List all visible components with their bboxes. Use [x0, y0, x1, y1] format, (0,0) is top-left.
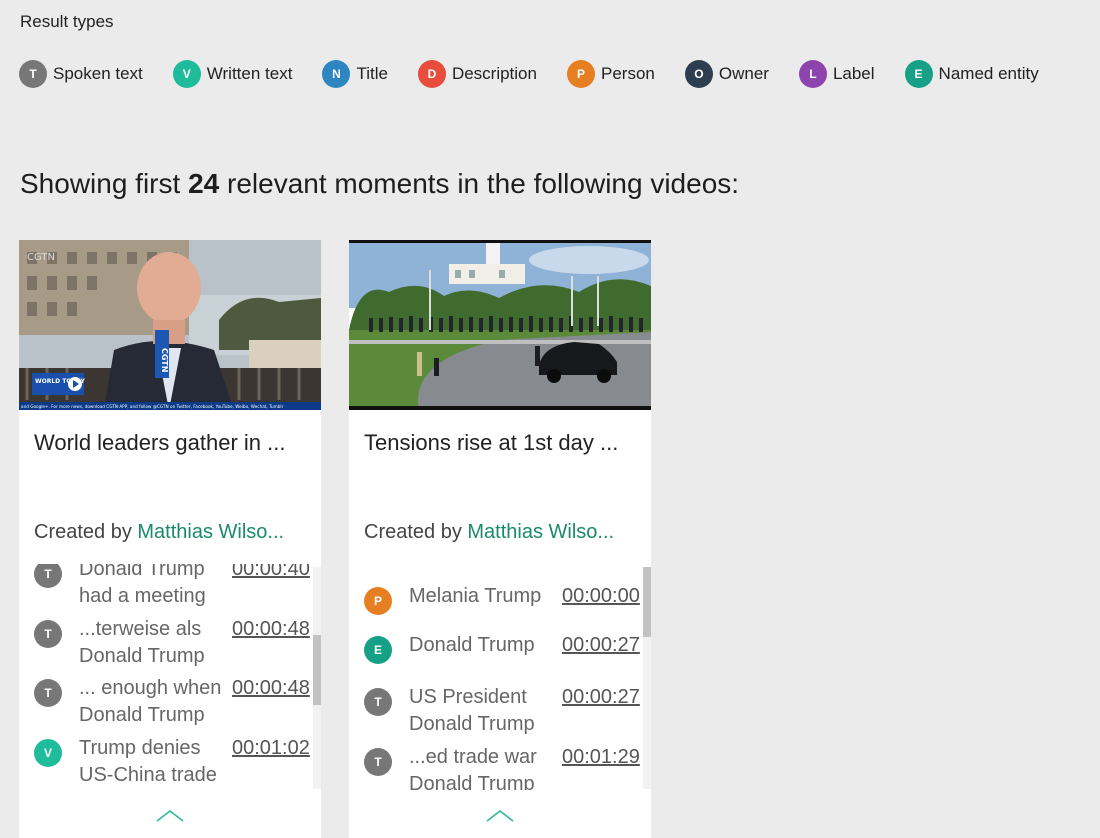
video-thumbnail[interactable]: CGTN CGTN WORLD TODAY and Google+. For m… — [19, 240, 321, 410]
result-types-legend: T Spoken text V Written text N Title D Descr… — [19, 60, 1039, 88]
moments-list[interactable]: P Melania Trump 00:00:00 E Donald Trump … — [349, 564, 651, 790]
moment-text: Melania Trump — [409, 585, 542, 607]
video-thumbnail[interactable] — [349, 240, 651, 410]
moment-count: 24 — [188, 168, 220, 199]
scrollbar-thumb[interactable] — [313, 635, 321, 705]
legend-label: Owner — [718, 64, 769, 83]
legend-label: Title — [356, 64, 388, 83]
legend-label: Named entity — [938, 64, 1039, 83]
legend-label: Person — [600, 64, 655, 83]
legend-named-entity[interactable]: E Named entity — [904, 60, 1039, 88]
video-title[interactable]: Tensions rise at 1st day ... — [364, 430, 618, 456]
results-summary: Showing first 24 relevant moments in the… — [20, 168, 739, 200]
person-badge-icon: P — [364, 587, 392, 615]
moment-item[interactable]: T ... enough when Donald Trump 00:00:48 — [34, 677, 314, 739]
summary-prefix: Showing first — [20, 168, 189, 199]
video-title[interactable]: World leaders gather in ... — [34, 430, 286, 456]
spoken-text-badge-icon: T — [34, 620, 62, 648]
moment-timestamp-link[interactable]: 00:00:00 — [562, 583, 640, 610]
legend-written-text[interactable]: V Written text — [172, 60, 323, 88]
moments-scrollbar[interactable] — [313, 567, 321, 789]
chevron-up-icon[interactable] — [155, 808, 185, 824]
moment-timestamp-link[interactable]: 00:00:40 — [232, 564, 310, 583]
legend-owner[interactable]: O Owner — [684, 60, 799, 88]
moment-text: US President Donald Trump — [409, 686, 535, 735]
legend-label: Description — [451, 64, 537, 83]
legend-person[interactable]: P Person — [566, 60, 685, 88]
named-entity-badge-icon: E — [364, 636, 392, 664]
moment-timestamp-link[interactable]: 00:00:27 — [562, 684, 640, 711]
legend-description[interactable]: D Description — [417, 60, 567, 88]
moment-timestamp-link[interactable]: 00:00:27 — [562, 632, 640, 659]
spoken-text-badge-icon: T — [19, 60, 47, 88]
spoken-text-badge-icon: T — [34, 564, 62, 588]
owner-badge-icon: O — [684, 60, 713, 88]
created-by-prefix: Created by — [34, 521, 138, 543]
moment-item[interactable]: T ...terweise als Donald Trump 00:00:48 — [34, 618, 314, 680]
moment-timestamp-link[interactable]: 00:00:48 — [232, 675, 310, 702]
legend-label: Written text — [206, 64, 293, 83]
spoken-text-badge-icon: T — [364, 748, 392, 776]
moment-item[interactable]: T Donald Trump had a meeting 00:00:40 — [34, 564, 314, 620]
legend-label: Spoken text — [53, 64, 143, 83]
result-types-title: Result types — [20, 12, 114, 31]
moment-text: ... enough when Donald Trump — [79, 677, 222, 726]
scrollbar-thumb[interactable] — [643, 567, 651, 637]
channel-logo: CGTN — [27, 252, 55, 263]
moment-text: Donald Trump — [409, 634, 535, 656]
written-text-badge-icon: V — [34, 739, 62, 767]
description-badge-icon: D — [417, 60, 446, 88]
spoken-text-badge-icon: T — [364, 688, 392, 716]
chevron-up-icon[interactable] — [485, 808, 515, 824]
created-by-prefix: Created by — [364, 521, 468, 543]
moment-timestamp-link[interactable]: 00:01:02 — [232, 735, 310, 762]
written-text-badge-icon: V — [172, 60, 201, 88]
moment-item[interactable]: V Trump denies US-China trade 00:01:02 — [34, 737, 314, 790]
moment-item[interactable]: T US President Donald Trump 00:00:27 — [364, 686, 644, 748]
video-card[interactable]: Tensions rise at 1st day ... Created by … — [349, 240, 651, 838]
legend-label: Label — [832, 64, 875, 83]
person-badge-icon: P — [566, 60, 595, 88]
created-by: Created by Matthias Wilso... — [34, 521, 284, 544]
video-card[interactable]: CGTN CGTN WORLD TODAY and Google+. For m… — [19, 240, 321, 838]
title-badge-icon: N — [322, 60, 351, 88]
moments-list[interactable]: T Donald Trump had a meeting 00:00:40 T … — [19, 564, 321, 790]
moment-text: Trump denies US-China trade — [79, 737, 217, 786]
spoken-text-badge-icon: T — [34, 679, 62, 707]
named-entity-badge-icon: E — [904, 60, 933, 88]
moment-text: ...ed trade war Donald Trump — [409, 746, 537, 790]
legend-label[interactable]: L Label — [798, 60, 905, 88]
summary-suffix: relevant moments in the following videos… — [219, 168, 740, 199]
moments-scrollbar[interactable] — [643, 567, 651, 789]
moment-item[interactable]: T ...ed trade war Donald Trump 00:01:29 — [364, 746, 644, 790]
created-by: Created by Matthias Wilso... — [364, 521, 614, 544]
owner-link[interactable]: Matthias Wilso... — [467, 521, 614, 543]
moment-text: Donald Trump had a meeting — [79, 564, 206, 607]
legend-spoken-text[interactable]: T Spoken text — [19, 60, 173, 88]
news-ticker: and Google+. For more news, download CGT… — [21, 404, 284, 409]
moment-timestamp-link[interactable]: 00:01:29 — [562, 744, 640, 771]
label-badge-icon: L — [798, 60, 827, 88]
legend-title[interactable]: N Title — [322, 60, 418, 88]
owner-link[interactable]: Matthias Wilso... — [137, 521, 284, 543]
moment-timestamp-link[interactable]: 00:00:48 — [232, 616, 310, 643]
moment-text: ...terweise als Donald Trump — [79, 618, 205, 667]
mic-logo: CGTN — [160, 348, 169, 372]
